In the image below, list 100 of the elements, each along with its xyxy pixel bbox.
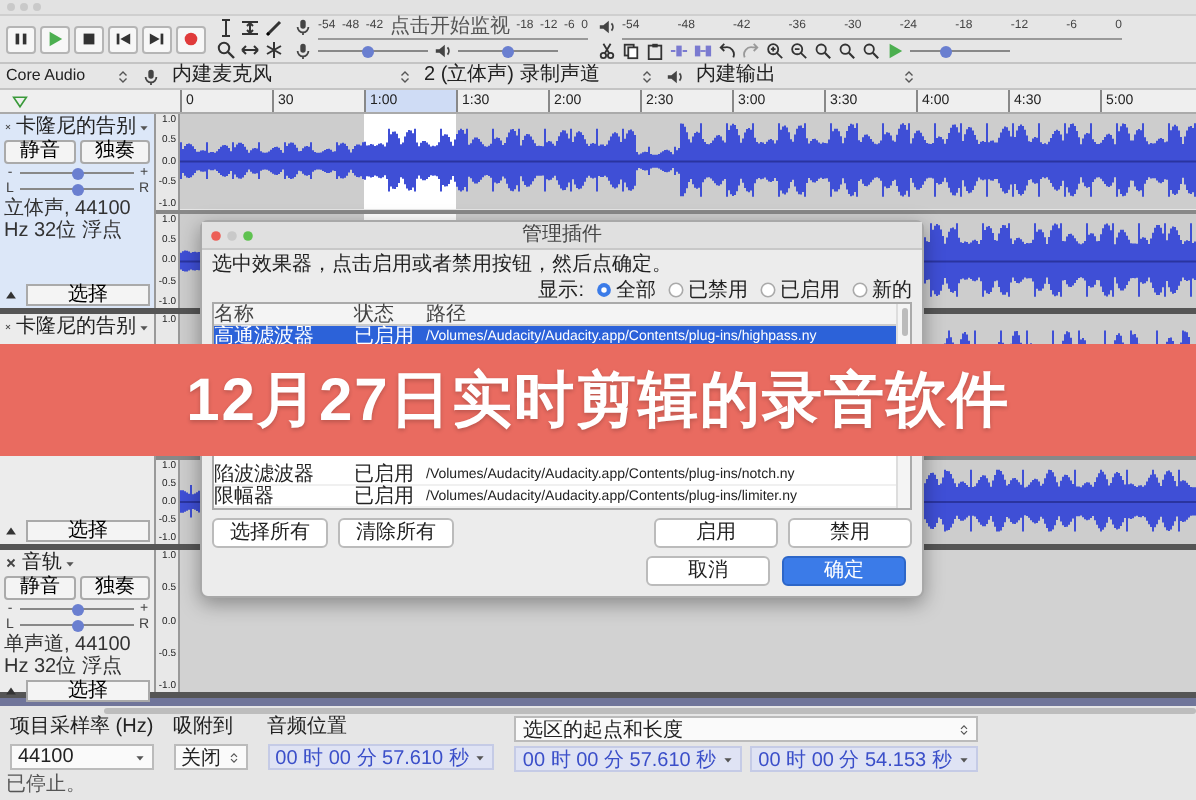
- solo-button[interactable]: 独奏: [79, 576, 150, 600]
- close-icon[interactable]: [4, 556, 18, 570]
- dialog-title: 管理插件: [520, 222, 604, 248]
- sample-rate-dropdown[interactable]: 44100: [10, 744, 154, 770]
- record-icon: [182, 30, 200, 48]
- envelope-tool-icon[interactable]: [240, 18, 260, 38]
- radio-label: 已禁用: [688, 277, 748, 303]
- slider-thumb[interactable]: [362, 45, 375, 57]
- updown-icon: [398, 69, 412, 83]
- table-cell-text: 限幅器: [214, 486, 276, 508]
- zoom-out-icon[interactable]: [790, 42, 808, 60]
- undo-icon[interactable]: [718, 42, 736, 60]
- triangle-icon[interactable]: [12, 93, 28, 109]
- recording-device-dropdown[interactable]: 内建麦克风: [172, 64, 412, 88]
- zoom-in-icon[interactable]: [766, 42, 784, 60]
- paste-icon[interactable]: [646, 42, 664, 60]
- track-name-menu[interactable]: 卡隆尼的告别: [16, 316, 150, 338]
- collapse-icon[interactable]: [4, 524, 18, 538]
- audio-host-dropdown[interactable]: Core Audio: [6, 64, 130, 88]
- skip-to-start-button[interactable]: [108, 25, 138, 53]
- text-cursor-icon[interactable]: [216, 18, 236, 38]
- caret-icon: [133, 751, 146, 763]
- skip-to-end-button[interactable]: [142, 25, 172, 53]
- selection-start-field[interactable]: 00 时 00 分 57.610 秒: [514, 746, 743, 772]
- table-cell-text: 已启用: [354, 464, 416, 486]
- speaker-icon[interactable]: [434, 42, 452, 60]
- field-label: 吸附到: [173, 716, 236, 740]
- slider-thumb[interactable]: [71, 603, 83, 615]
- trim-icon[interactable]: [670, 42, 688, 60]
- playback-device-dropdown[interactable]: 内建输出: [696, 64, 916, 88]
- filter-label: 显示:: [538, 277, 584, 303]
- track-info: 单声道, 44100 Hz 32位 浮点: [4, 634, 133, 678]
- radio-label: 新的: [872, 277, 912, 303]
- mute-button[interactable]: 静音: [4, 576, 75, 600]
- copy-icon[interactable]: [622, 42, 640, 60]
- ok-button[interactable]: 确定: [782, 556, 906, 586]
- microphone-icon[interactable]: [294, 18, 312, 36]
- updown-icon: [957, 723, 970, 735]
- solo-button[interactable]: 独奏: [79, 140, 150, 164]
- slider-thumb[interactable]: [71, 183, 83, 195]
- magnifier-icon[interactable]: [862, 42, 880, 60]
- slider-thumb[interactable]: [502, 45, 514, 57]
- dialog-button[interactable]: 启用: [654, 518, 778, 548]
- radio-option[interactable]: 已禁用: [668, 275, 748, 303]
- dialog-button[interactable]: 选择所有: [212, 518, 328, 548]
- table-cell-text: 陷波滤波器: [214, 464, 316, 486]
- radio-option[interactable]: 新的: [852, 275, 912, 303]
- selection-mode-dropdown[interactable]: 选区的起点和长度: [514, 716, 978, 742]
- double-arrow-icon[interactable]: [240, 40, 260, 60]
- table-cell-text: 已启用: [354, 326, 416, 348]
- audio-position-field[interactable]: 00 时 00 分 57.610 秒: [267, 744, 495, 770]
- slider-thumb[interactable]: [940, 45, 953, 57]
- slider-thumb[interactable]: [71, 167, 83, 179]
- asterisk-icon[interactable]: [264, 40, 284, 60]
- recording-channels-dropdown[interactable]: 2 (立体声) 录制声道: [424, 64, 654, 88]
- banner-title: 12月27日实时剪辑的录音软件: [186, 365, 1010, 437]
- track-name-menu[interactable]: 音轨: [22, 552, 76, 574]
- collapse-icon[interactable]: [4, 288, 18, 302]
- stop-icon: [80, 30, 98, 48]
- field-label: 音频位置: [267, 716, 350, 740]
- microphone-icon[interactable]: [294, 42, 312, 60]
- cut-icon[interactable]: [598, 42, 616, 60]
- dialog-button[interactable]: 禁用: [788, 518, 912, 548]
- pencil-icon[interactable]: [264, 18, 284, 38]
- selection-length-field[interactable]: 00 时 00 分 54.153 秒: [750, 746, 978, 772]
- select-button[interactable]: 选择: [26, 680, 150, 702]
- microphone-icon: [142, 67, 160, 85]
- record-button[interactable]: [176, 25, 206, 53]
- radio-option[interactable]: 全部: [596, 275, 656, 303]
- pause-icon: [12, 30, 30, 48]
- magnifier-icon[interactable]: [838, 42, 856, 60]
- select-button[interactable]: 选择: [26, 520, 150, 542]
- column-header: 状态: [354, 304, 394, 326]
- vertical-scrollbar[interactable]: [901, 308, 907, 336]
- radio-label: 已启用: [780, 277, 840, 303]
- waveform-drawing[interactable]: [180, 114, 1196, 209]
- play-icon: [46, 30, 64, 48]
- skip-to-end-icon: [148, 30, 166, 48]
- track-name-menu[interactable]: 卡隆尼的告别: [16, 116, 150, 138]
- slider-thumb[interactable]: [71, 619, 83, 631]
- radio-option[interactable]: 已启用: [760, 275, 840, 303]
- silence-icon[interactable]: [694, 42, 712, 60]
- magnifier-icon[interactable]: [814, 42, 832, 60]
- speaker-icon[interactable]: [598, 18, 616, 36]
- table-cell-text: 已启用: [354, 486, 416, 508]
- updown-icon: [227, 751, 240, 763]
- caret-icon: [474, 751, 487, 763]
- mute-button[interactable]: 静音: [4, 140, 75, 164]
- window-buttons-icon[interactable]: [210, 229, 254, 241]
- skip-to-start-icon: [114, 30, 132, 48]
- caret-icon: [138, 121, 150, 133]
- magnifier-icon[interactable]: [216, 40, 236, 60]
- caret-icon: [722, 753, 735, 765]
- instruction-text: 选中效果器，点击启用或者禁用按钮，然后点确定。: [212, 251, 672, 277]
- stop-button[interactable]: [74, 25, 104, 53]
- snap-dropdown[interactable]: 关闭: [173, 744, 248, 770]
- cancel-button[interactable]: 取消: [646, 556, 770, 586]
- dialog-button[interactable]: 清除所有: [338, 518, 454, 548]
- select-button[interactable]: 选择: [26, 284, 150, 306]
- pause-button[interactable]: [6, 25, 36, 53]
